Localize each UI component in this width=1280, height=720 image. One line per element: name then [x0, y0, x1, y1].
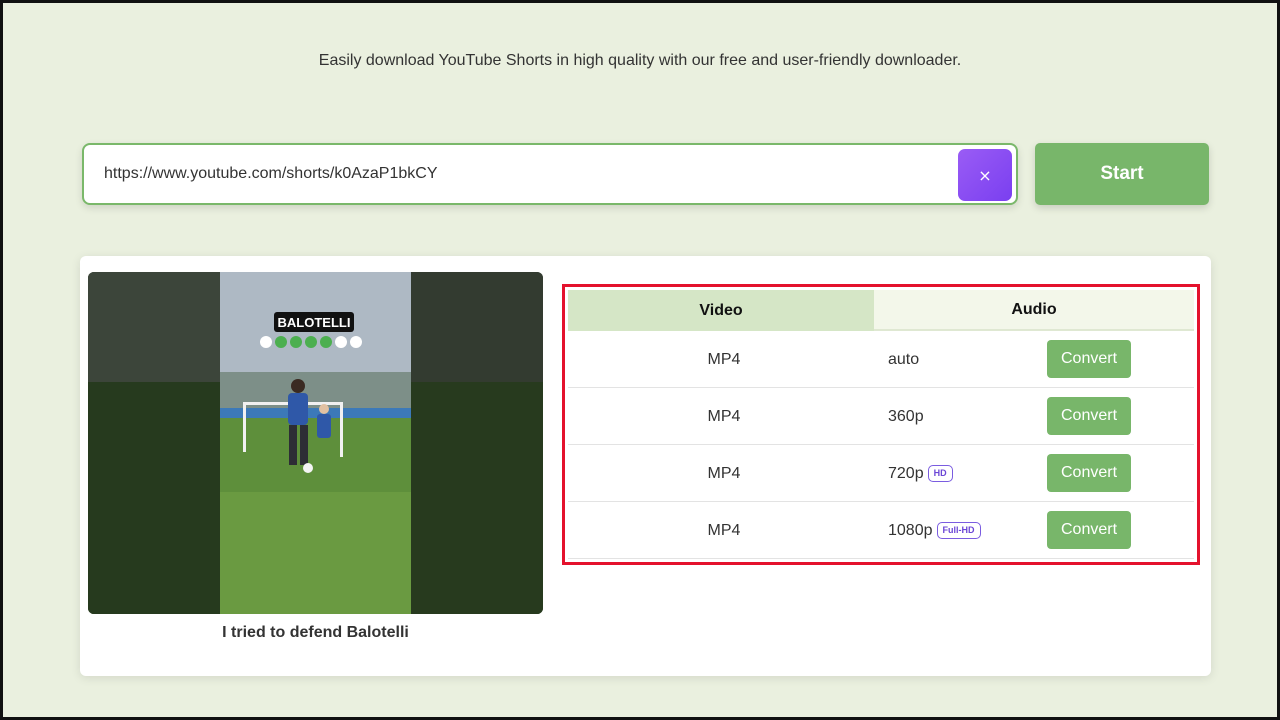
tab-audio[interactable]: Audio: [874, 290, 1194, 331]
format-cell: MP4: [707, 350, 741, 368]
tab-video[interactable]: Video: [568, 290, 874, 331]
clear-button[interactable]: ×: [958, 149, 1012, 201]
table-row: MP4 720p HD Convert: [568, 445, 1194, 502]
quality-cell: 360p: [888, 388, 924, 445]
start-button[interactable]: Start: [1035, 143, 1209, 205]
url-input[interactable]: [104, 159, 944, 189]
convert-button[interactable]: Convert: [1047, 454, 1131, 492]
quality-label: 1080p: [888, 521, 933, 539]
table-row: MP4 1080p Full-HD Convert: [568, 502, 1194, 559]
url-search-box: ×: [82, 143, 1018, 205]
quality-cell: auto: [888, 331, 919, 388]
format-cell: MP4: [707, 464, 741, 482]
video-thumbnail[interactable]: BALOTELLI: [88, 272, 543, 614]
table-row: MP4 auto Convert: [568, 331, 1194, 388]
quality-cell: 1080p Full-HD: [888, 502, 981, 559]
quality-cell: 720p HD: [888, 445, 953, 502]
format-panel: Video Audio MP4 auto Convert MP4 360p Co…: [562, 284, 1200, 565]
hd-badge: HD: [927, 465, 953, 482]
convert-button[interactable]: Convert: [1047, 511, 1131, 549]
result-card: BALOTELLI I tried to defend Balotelli Vi…: [80, 256, 1211, 676]
video-title: I tried to defend Balotelli: [222, 624, 409, 641]
quality-label: 720p: [888, 464, 924, 482]
quality-label: auto: [888, 350, 920, 368]
format-cell: MP4: [707, 407, 741, 425]
convert-button[interactable]: Convert: [1047, 397, 1131, 435]
format-tabs: Video Audio: [568, 290, 1194, 331]
quality-label: 360p: [888, 407, 924, 425]
convert-button[interactable]: Convert: [1047, 340, 1131, 378]
format-table: MP4 auto Convert MP4 360p Convert MP4 72…: [568, 331, 1194, 559]
thumbnail-image: BALOTELLI: [88, 272, 543, 614]
format-cell: MP4: [707, 521, 741, 539]
tagline: Easily download YouTube Shorts in high q…: [318, 52, 962, 69]
table-row: MP4 360p Convert: [568, 388, 1194, 445]
close-icon: ×: [978, 165, 992, 185]
thumbnail-overlay-text: BALOTELLI: [278, 315, 351, 330]
full-hd-badge: Full-HD: [936, 522, 981, 539]
